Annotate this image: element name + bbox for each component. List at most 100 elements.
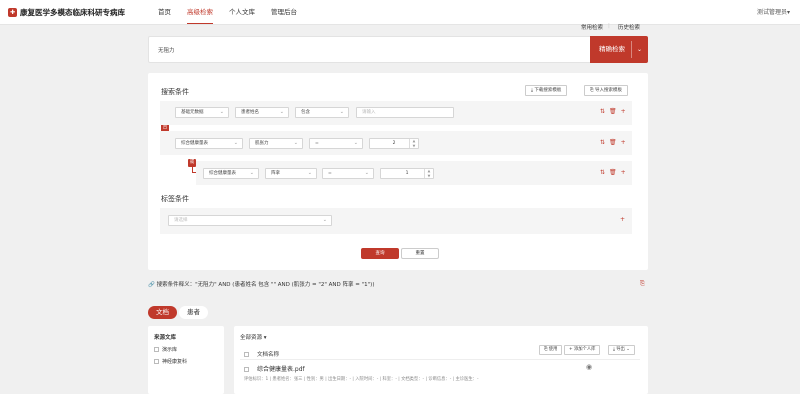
tag-select[interactable]: 请选择 ⌄ [168,215,332,226]
value-input-3[interactable]: 1 ▲ ▼ [380,168,434,179]
source-value-3: 综合健康量表 [209,171,236,176]
add-icon[interactable]: + [620,216,629,223]
operator-value-1: 包含 [301,110,310,115]
field-select-2[interactable]: 肌张力 ⌄ [249,138,303,149]
results-panel: 全部资源 ▾ 文档名称 ⎘ 使用 + 添加个人库 ⤓ 导出 ⌄ 综合健康量表.p… [234,326,648,394]
main-nav: 首页 高级检索 个人文库 管理后台 [150,0,305,25]
row-actions-2: ⇅🗑+ [600,139,630,146]
doc-title-link[interactable]: 综合健康量表.pdf [257,366,305,373]
chevron-down-icon: ⌄ [364,170,369,176]
doc-meta: 评估标识：1 | 患者姓名：张三 | 性别：男 | 出生日期：- | 入院时间：… [244,377,479,382]
reset-button[interactable]: 重置 [401,248,439,259]
operator-select-2[interactable]: = ⌄ [309,138,363,149]
condition-row-3: 综合健康量表 ⌄ 阵挛 ⌄ = ⌄ 1 ▲ ▼ ⇅🗑+ [196,161,632,185]
condition-row-1: 基础元数据 ⌄ 患者姓名 ⌄ 包含 ⌄ 请输入 ⇅🗑+ [160,101,632,125]
field-value-3: 阵挛 [271,171,280,176]
conditions-title: 搜索条件 [161,88,189,96]
field-select-1[interactable]: 患者姓名 ⌄ [235,107,289,118]
chevron-down-icon[interactable]: ⌄ [637,36,642,63]
expression-label: 搜索条件释义： [156,282,196,288]
eye-icon[interactable]: ◉ [586,363,592,371]
tag-row: 请选择 ⌄ + [160,208,632,234]
download-template-button[interactable]: ⤓ 下载搜索模板 [525,85,568,96]
user-menu[interactable]: 测试管理员▾ [757,7,790,16]
logo-icon: ✚ [8,8,17,17]
delete-icon[interactable]: 🗑 [609,108,621,115]
swap-icon[interactable]: ⇅ [600,139,609,146]
query-button[interactable]: 查询 [361,248,399,259]
copy-icon[interactable]: ⎘ [640,280,645,288]
result-tabs: 文档 患者 [148,306,210,319]
import-template-button[interactable]: ⎘ 导入搜索模板 [584,85,629,96]
app-logo[interactable]: ✚ 康复医学多模态临床科研专病库 [8,7,125,18]
row-checkbox[interactable] [244,367,249,372]
stepper-icon[interactable]: ▲ ▼ [424,169,433,178]
chevron-down-icon: ⌄ [249,170,254,176]
logic-or-toggle[interactable]: 或 [188,159,196,167]
value-2: 2 [392,141,396,146]
field-value-2: 肌张力 [255,141,269,146]
operator-select-3[interactable]: = ⌄ [322,168,374,179]
source-label-2: 神经康复科 [162,359,188,365]
tag-conditions-title: 标签条件 [161,195,189,203]
chevron-down-icon: ⌄ [293,140,298,146]
select-all-checkbox[interactable] [244,352,249,357]
add-to-library-button[interactable]: + 添加个人库 [564,345,601,355]
link-icon: 🔗 [148,282,155,288]
delete-icon[interactable]: 🗑 [609,139,621,146]
tab-documents[interactable]: 文档 [148,306,177,319]
cite-button[interactable]: ⎘ 使用 [539,345,563,355]
source-select-1[interactable]: 基础元数据 ⌄ [175,107,229,118]
add-icon[interactable]: + [621,169,630,176]
chevron-down-icon: ⌄ [307,170,312,176]
source-select-3[interactable]: 综合健康量表 ⌄ [203,168,259,179]
swap-icon[interactable]: ⇅ [600,169,609,176]
source-item-1[interactable]: 演示库 [154,346,177,353]
chevron-down-icon: ⌄ [219,109,224,115]
nav-personal-library[interactable]: 个人文库 [221,0,263,25]
condition-row-2: 综合健康量表 ⌄ 肌张力 ⌄ = ⌄ 2 ▲ ▼ ⇅🗑+ [160,131,632,155]
field-value-1: 患者姓名 [241,110,259,115]
source-label-1: 演示库 [162,347,178,353]
top-bar: ✚ 康复医学多模态临床科研专病库 首页 高级检索 个人文库 管理后台 测试管理员… [0,0,800,25]
source-library-title: 来源文库 [154,335,177,341]
value-input-2[interactable]: 2 ▲ ▼ [369,138,419,149]
swap-icon[interactable]: ⇅ [600,108,609,115]
value-input-1[interactable]: 请输入 [356,107,454,118]
checkbox[interactable] [154,347,159,352]
search-expression: 🔗 搜索条件释义："无阻力" AND (患者姓名 包含 "" AND (肌张力 … [148,280,374,288]
source-library-panel: 来源文库 演示库 神经康复科 [148,326,224,394]
value-3: 1 [405,171,409,176]
chevron-down-icon: ⌄ [322,217,327,223]
source-item-2[interactable]: 神经康复科 [154,358,187,365]
search-conditions-panel: 搜索条件 ⤓ 下载搜索模板 ⎘ 导入搜索模板 且 基础元数据 ⌄ 患者姓名 ⌄ 包含… [148,73,648,270]
operator-value-2: = [315,141,319,146]
nav-advanced-search[interactable]: 高级检索 [179,0,221,25]
add-icon[interactable]: + [621,139,630,146]
operator-select-1[interactable]: 包含 ⌄ [295,107,349,118]
chevron-down-icon: ⌄ [233,140,238,146]
chevron-down-icon: ⌄ [339,109,344,115]
checkbox[interactable] [154,359,159,364]
source-value-2: 综合健康量表 [181,141,208,146]
app-title: 康复医学多模态临床科研专病库 [20,8,125,17]
source-select-2[interactable]: 综合健康量表 ⌄ [175,138,243,149]
history-search-link[interactable]: 历史检索 [618,23,640,31]
stepper-icon[interactable]: ▲ ▼ [409,139,418,148]
nav-admin[interactable]: 管理后台 [263,0,305,25]
row-actions-1: ⇅🗑+ [600,108,630,115]
button-divider [631,41,632,58]
expression-text: "无阻力" AND (患者姓名 包含 "" AND (肌张力 = "2" AND… [195,282,375,288]
export-button[interactable]: ⤓ 导出 ⌄ [608,345,635,355]
chevron-down-icon: ⌄ [279,109,284,115]
common-search-link[interactable]: 常用检索 [581,23,603,31]
delete-icon[interactable]: 🗑 [609,169,621,176]
resource-filter[interactable]: 全部资源 ▾ [240,333,267,341]
field-select-3[interactable]: 阵挛 ⌄ [265,168,317,179]
table-row[interactable]: 综合健康量表.pdf [244,364,305,373]
tab-patients[interactable]: 患者 [179,306,208,319]
nav-home[interactable]: 首页 [150,0,179,25]
search-input[interactable]: 无阻力 [158,46,175,54]
precise-search-button[interactable]: 精确检索 ⌄ [590,36,648,63]
add-icon[interactable]: + [621,108,630,115]
